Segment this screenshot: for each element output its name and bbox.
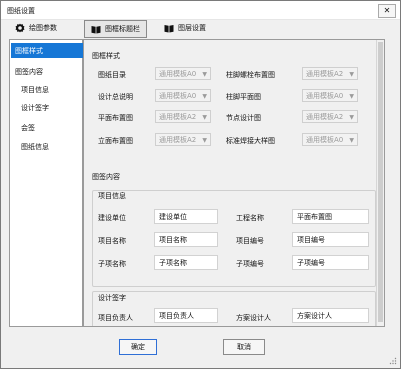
title-bar: 图纸设置 ✕: [1, 1, 400, 20]
frame-style-select[interactable]: 通用模板A0 ▼: [302, 89, 358, 102]
project-info-field[interactable]: 平面布置图: [292, 209, 369, 224]
project-info-label: 项目编号: [236, 237, 264, 245]
nav-item-countersign[interactable]: 会签: [11, 120, 91, 135]
tab-drawing-params[interactable]: 绘图参数: [9, 20, 63, 36]
tab-layer-settings[interactable]: 图层设置: [158, 20, 212, 36]
window-title: 图纸设置: [7, 7, 35, 15]
frame-style-select[interactable]: 通用模板A0 ▼: [302, 133, 358, 146]
project-info-field[interactable]: 子项编号: [292, 255, 369, 270]
toolbar: 绘图参数 图框标题栏 图层设置: [1, 20, 400, 38]
nav-item-label: 会签: [21, 123, 35, 132]
nav-item-drawing-info[interactable]: 图纸信息: [11, 139, 91, 154]
chevron-down-icon: ▼: [349, 93, 354, 100]
nav-item-label: 图签内容: [15, 67, 43, 76]
project-info-label: 子项名称: [98, 260, 126, 268]
chevron-down-icon: ▼: [202, 71, 207, 78]
ok-button[interactable]: 确定: [119, 339, 157, 355]
frame-style-select[interactable]: 通用模板A2 ▼: [155, 110, 211, 123]
chevron-down-icon: ▼: [202, 114, 207, 121]
frame-style-label: 图纸目录: [98, 71, 126, 79]
settings-content: 图框样式 图纸目录 通用模板A0 ▼ 柱脚螺栓布置图 通用模板A2 ▼ 设计总说…: [84, 40, 376, 326]
close-icon: ✕: [383, 6, 391, 15]
project-info-field[interactable]: 建设单位: [154, 209, 218, 224]
frame-style-select[interactable]: 通用模板A2 ▼: [302, 67, 358, 80]
frame-style-label: 柱脚平面图: [226, 93, 261, 101]
design-sign-label: 项目负责人: [98, 314, 133, 322]
design-sign-heading: 设计签字: [98, 294, 126, 302]
chevron-down-icon: ▼: [349, 137, 354, 144]
nav-item-design-sign[interactable]: 设计签字: [11, 100, 91, 115]
book-icon: [164, 24, 174, 33]
frame-style-heading: 图框样式: [92, 52, 120, 60]
frame-style-select[interactable]: 通用模板A2 ▼: [302, 110, 358, 123]
select-value: 通用模板A0: [159, 91, 197, 100]
nav-item-title-block[interactable]: 图签内容: [11, 64, 85, 79]
settings-panel: 图框样式 图纸目录 通用模板A0 ▼ 柱脚螺栓布置图 通用模板A2 ▼ 设计总说…: [83, 39, 385, 327]
title-block-heading: 图签内容: [92, 173, 120, 181]
vertical-scrollbar[interactable]: [376, 40, 384, 326]
settings-window: 图纸设置 ✕ 绘图参数 图框标题栏 图层设置 图框样式 图签内容 项目信息 设计…: [0, 0, 401, 369]
chevron-down-icon: ▼: [349, 71, 354, 78]
tab-frame-title-label: 图框标题栏: [105, 25, 140, 33]
tab-frame-title[interactable]: 图框标题栏: [84, 20, 147, 38]
nav-item-label: 图框样式: [15, 46, 43, 55]
tab-drawing-params-label: 绘图参数: [29, 24, 57, 32]
frame-style-label: 柱脚螺栓布置图: [226, 71, 275, 79]
project-info-field[interactable]: 子项名称: [154, 255, 218, 270]
frame-style-select[interactable]: 通用模板A2 ▼: [155, 133, 211, 146]
project-info-label: 子项编号: [236, 260, 264, 268]
project-info-label: 工程名称: [236, 214, 264, 222]
chevron-down-icon: ▼: [202, 137, 207, 144]
select-value: 通用模板A2: [159, 112, 197, 121]
scrollbar-thumb[interactable]: [378, 42, 383, 322]
select-value: 通用模板A0: [306, 91, 344, 100]
select-value: 通用模板A2: [159, 135, 197, 144]
nav-item-label: 图纸信息: [21, 142, 49, 151]
project-info-label: 项目名称: [98, 237, 126, 245]
frame-style-label: 标准焊接大样图: [226, 137, 275, 145]
book-icon: [91, 25, 101, 34]
project-info-heading: 项目信息: [98, 192, 126, 200]
chevron-down-icon: ▼: [349, 114, 354, 121]
frame-style-label: 立面布置图: [98, 137, 133, 145]
frame-style-label: 平面布置图: [98, 114, 133, 122]
chevron-down-icon: ▼: [202, 93, 207, 100]
select-value: 通用模板A2: [306, 69, 344, 78]
nav-item-label: 项目信息: [21, 85, 49, 94]
frame-style-select[interactable]: 通用模板A0 ▼: [155, 89, 211, 102]
design-sign-field[interactable]: 方案设计人: [292, 308, 369, 323]
nav-tree: 图框样式 图签内容 项目信息 设计签字 会签 图纸信息: [9, 39, 85, 327]
nav-item-label: 设计签字: [21, 103, 49, 112]
frame-style-select[interactable]: 通用模板A0 ▼: [155, 67, 211, 80]
nav-item-frame-style[interactable]: 图框样式: [11, 43, 85, 58]
select-value: 通用模板A0: [159, 69, 197, 78]
select-value: 通用模板A2: [306, 112, 344, 121]
cancel-button[interactable]: 取消: [223, 339, 265, 355]
project-info-field[interactable]: 项目编号: [292, 232, 369, 247]
frame-style-label: 设计总说明: [98, 93, 133, 101]
nav-item-project-info[interactable]: 项目信息: [11, 82, 91, 97]
frame-style-label: 节点设计图: [226, 114, 261, 122]
design-sign-field[interactable]: 项目负责人: [154, 308, 218, 323]
close-button[interactable]: ✕: [378, 4, 396, 18]
select-value: 通用模板A0: [306, 135, 344, 144]
resize-grip-icon[interactable]: [389, 357, 397, 365]
project-info-field[interactable]: 项目名称: [154, 232, 218, 247]
gear-icon: [15, 23, 25, 33]
tab-layer-settings-label: 图层设置: [178, 24, 206, 32]
design-sign-label: 方案设计人: [236, 314, 271, 322]
project-info-label: 建设单位: [98, 214, 126, 222]
